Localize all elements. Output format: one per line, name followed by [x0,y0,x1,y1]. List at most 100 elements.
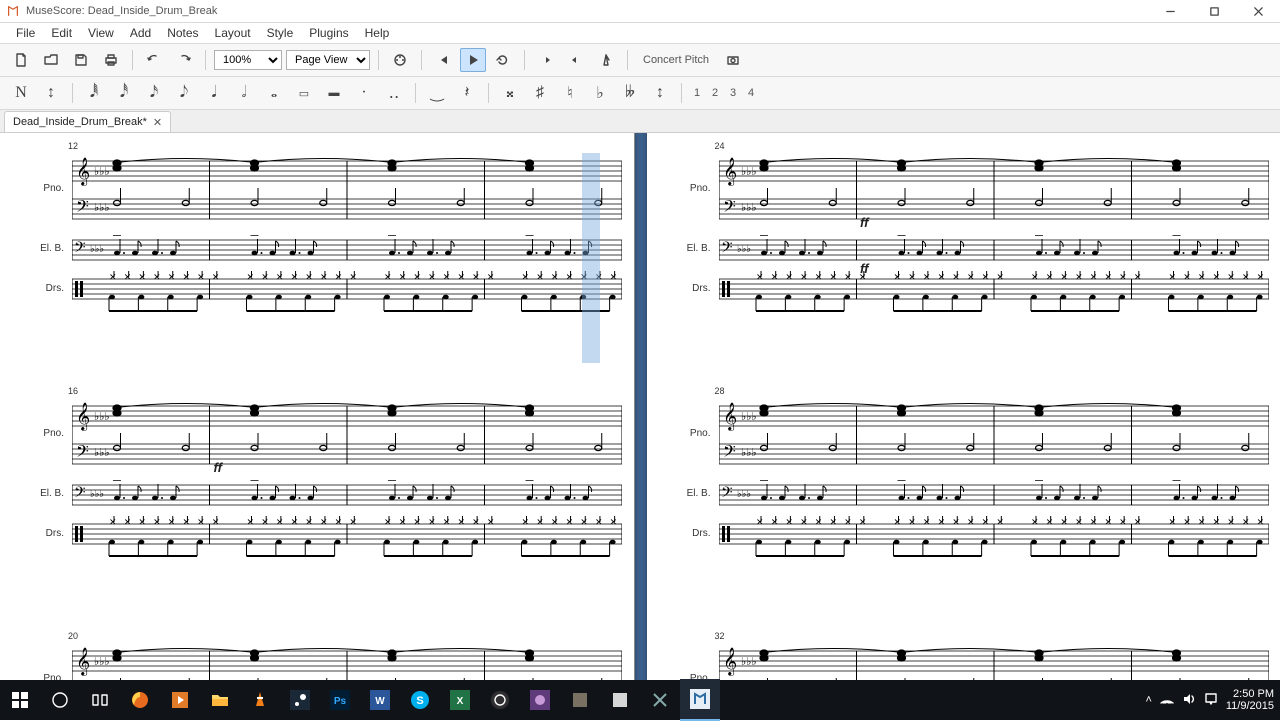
steam-icon[interactable] [280,680,320,720]
sharp-button[interactable]: ♯ [527,81,553,105]
undo-button[interactable] [141,48,167,72]
voice-2-button[interactable]: 2 [708,83,722,103]
redo-button[interactable] [171,48,197,72]
svg-text:✕: ✕ [1241,272,1249,282]
duration-64th[interactable]: 𝅘𝅥𝅱 [81,81,107,105]
excel-icon[interactable]: X [440,680,480,720]
rewind-button[interactable] [430,48,456,72]
voice-4-button[interactable]: 4 [744,83,758,103]
tie-button[interactable]: ‿ [424,81,450,105]
concert-pitch-button[interactable]: Concert Pitch [636,48,716,72]
double-dot[interactable]: ‥ [381,81,407,105]
note-input-mode-button[interactable]: N [8,81,34,105]
bar-number: 12 [68,141,78,151]
svg-text:S: S [416,695,423,707]
close-tab-icon[interactable]: ✕ [153,116,162,129]
view-mode-combo[interactable]: Page View [286,50,370,70]
skype-icon[interactable]: S [400,680,440,720]
svg-text:✕: ✕ [399,272,407,282]
file-explorer-icon[interactable] [200,680,240,720]
duration-quarter[interactable]: 𝅘𝅥 [201,81,227,105]
obs-icon[interactable] [480,680,520,720]
svg-text:✕: ✕ [566,517,574,527]
app-icon-2[interactable] [560,680,600,720]
rest-button[interactable]: 𝄽 [454,81,480,105]
menu-notes[interactable]: Notes [159,24,206,42]
toolbar-separator [378,50,379,70]
app-icon-4[interactable] [640,680,680,720]
duration-half[interactable]: 𝅗𝅥 [231,81,257,105]
minimize-button[interactable] [1148,0,1192,22]
media-player-icon[interactable] [160,680,200,720]
titlebar: MuseScore: Dead_Inside_Drum_Break [0,0,1280,23]
tray-notifications-icon[interactable] [1204,692,1218,709]
duration-longa[interactable]: ▬ [321,81,347,105]
taskview-icon[interactable] [80,680,120,720]
score-system[interactable]: 28Pno.El. B.Drs.𝄞𝄢♭♭♭♭♭♭𝄢♭♭♭✕✕✕✕✕✕✕✕✕✕✕✕… [719,398,1265,473]
menu-edit[interactable]: Edit [43,24,80,42]
musescore-taskbar-icon[interactable] [680,679,720,721]
svg-text:✕: ✕ [1031,517,1039,527]
vlc-icon[interactable] [240,680,280,720]
metronome-button[interactable] [593,48,619,72]
svg-text:✕: ✕ [610,272,618,282]
score-system[interactable]: 16Pno.El. B.Drs.𝄞𝄢♭♭♭♭♭♭𝄢♭♭♭✕✕✕✕✕✕✕✕✕✕✕✕… [72,398,618,473]
midi-input-button[interactable] [387,48,413,72]
voice-1-button[interactable]: 1 [690,83,704,103]
loop-button[interactable] [490,48,516,72]
document-tab[interactable]: Dead_Inside_Drum_Break* ✕ [4,111,171,132]
score-system[interactable]: 24Pno.El. B.Drs.𝄞𝄢♭♭♭♭♭♭𝄢♭♭♭✕✕✕✕✕✕✕✕✕✕✕✕… [719,153,1265,228]
tray-network-icon[interactable] [1160,692,1174,709]
print-button[interactable] [98,48,124,72]
menu-view[interactable]: View [80,24,122,42]
duration-breve[interactable]: ▭ [291,81,317,105]
loop-in-button[interactable] [533,48,559,72]
svg-text:✕: ✕ [320,517,328,527]
duration-whole[interactable]: 𝅝 [261,81,287,105]
cortana-icon[interactable] [40,680,80,720]
natural-button[interactable]: ♮ [557,81,583,105]
loop-out-button[interactable] [563,48,589,72]
double-sharp-button[interactable]: 𝄪 [497,81,523,105]
start-button[interactable] [0,680,40,720]
menu-style[interactable]: Style [259,24,302,42]
score-page-right[interactable]: 24Pno.El. B.Drs.𝄞𝄢♭♭♭♭♭♭𝄢♭♭♭✕✕✕✕✕✕✕✕✕✕✕✕… [647,133,1280,695]
firefox-icon[interactable] [120,680,160,720]
double-flat-button[interactable]: 𝄫 [617,81,643,105]
new-score-button[interactable] [8,48,34,72]
duration-8th[interactable]: 𝅘𝅥𝅮 [171,81,197,105]
menu-file[interactable]: File [8,24,43,42]
tray-volume-icon[interactable] [1182,692,1196,709]
flip-stem-button[interactable]: ↕︎ [647,81,673,105]
save-button[interactable] [68,48,94,72]
close-button[interactable] [1236,0,1280,22]
menu-plugins[interactable]: Plugins [301,24,356,42]
menu-layout[interactable]: Layout [207,24,259,42]
tray-chevron-icon[interactable]: ˄ [1145,694,1151,706]
svg-text:✕: ✕ [829,272,837,282]
svg-text:𝄢: 𝄢 [723,443,736,465]
image-capture-button[interactable] [720,48,746,72]
app-icon-3[interactable] [600,680,640,720]
score-system[interactable]: 12Pno.El. B.Drs.𝄞𝄢♭♭♭♭♭♭𝄢♭♭♭✕✕✕✕✕✕✕✕✕✕✕✕… [72,153,618,228]
play-button[interactable] [460,48,486,72]
app-icon-1[interactable] [520,680,560,720]
duration-32nd[interactable]: 𝅘𝅥𝅰 [111,81,137,105]
open-button[interactable] [38,48,64,72]
maximize-button[interactable] [1192,0,1236,22]
menu-add[interactable]: Add [122,24,159,42]
flat-button[interactable]: ♭ [587,81,613,105]
tray-clock[interactable]: 2:50 PM 11/9/2015 [1226,688,1274,712]
repitch-button[interactable]: ↕ [38,81,64,105]
score-page-left[interactable]: 12Pno.El. B.Drs.𝄞𝄢♭♭♭♭♭♭𝄢♭♭♭✕✕✕✕✕✕✕✕✕✕✕✕… [0,133,635,695]
photoshop-icon[interactable]: Ps [320,680,360,720]
score-view[interactable]: 12Pno.El. B.Drs.𝄞𝄢♭♭♭♭♭♭𝄢♭♭♭✕✕✕✕✕✕✕✕✕✕✕✕… [0,133,1280,695]
zoom-combo[interactable]: 100% [214,50,282,70]
augmentation-dot[interactable]: · [351,81,377,105]
word-icon[interactable]: W [360,680,400,720]
menu-help[interactable]: Help [357,24,398,42]
system-tray[interactable]: ˄ 2:50 PM 11/9/2015 [1145,688,1280,712]
svg-text:✕: ✕ [1168,272,1176,282]
duration-16th[interactable]: 𝅘𝅥𝅯 [141,81,167,105]
voice-3-button[interactable]: 3 [726,83,740,103]
